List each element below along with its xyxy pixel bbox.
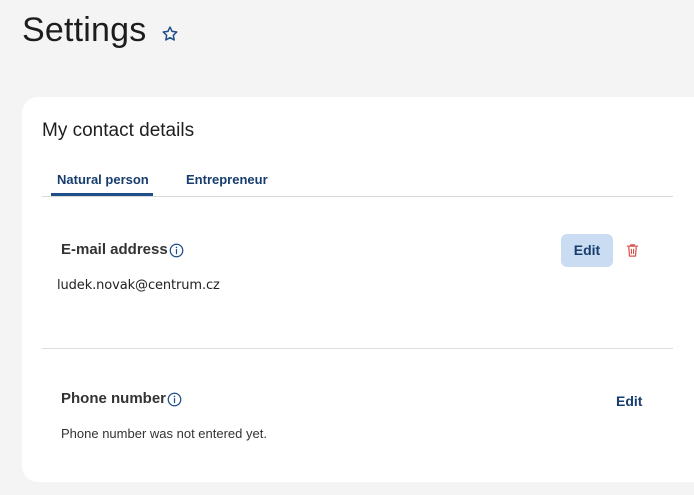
contact-details-card: My contact details Natural person Entrep… — [22, 97, 694, 482]
tab-entrepreneur[interactable]: Entrepreneur — [186, 171, 268, 189]
email-section-title: E-mail address — [61, 241, 168, 258]
phone-section-title: Phone number — [61, 390, 167, 407]
info-icon[interactable] — [167, 392, 182, 407]
edit-phone-link[interactable]: Edit — [616, 392, 642, 410]
card-title: My contact details — [42, 120, 195, 141]
section-divider — [42, 348, 673, 349]
tab-natural-person[interactable]: Natural person — [57, 171, 149, 189]
edit-email-button[interactable]: Edit — [561, 234, 613, 267]
phone-value: Phone number was not entered yet. — [61, 426, 267, 441]
star-outline-icon[interactable] — [161, 25, 179, 43]
tabs-divider — [42, 196, 673, 197]
trash-icon[interactable] — [626, 243, 639, 258]
info-icon[interactable] — [169, 243, 184, 258]
page-title: Settings — [22, 11, 147, 49]
email-value: ludek.novak@centrum.cz — [57, 278, 220, 293]
